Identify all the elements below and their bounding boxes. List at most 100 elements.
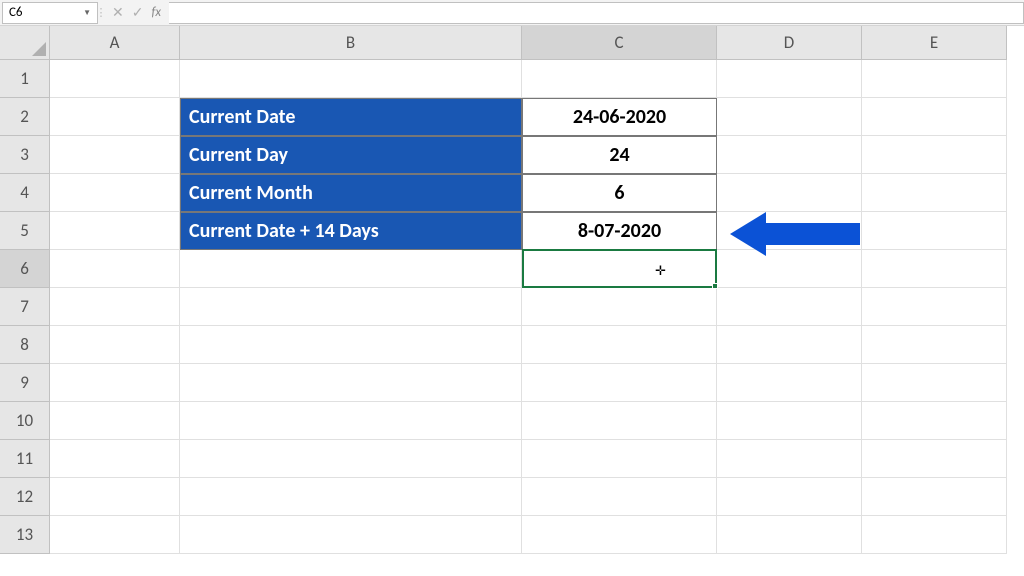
cell-a11[interactable] [50, 440, 180, 478]
cell-e1[interactable] [862, 60, 1007, 98]
row-header-11[interactable]: 11 [0, 440, 50, 478]
row-header-8[interactable]: 8 [0, 326, 50, 364]
row-header-4[interactable]: 4 [0, 174, 50, 212]
formula-input[interactable] [169, 2, 1024, 24]
grid-row-12 [50, 478, 1007, 516]
cell-a9[interactable] [50, 364, 180, 402]
cell-b5[interactable]: Current Date + 14 Days [180, 212, 522, 250]
cell-a1[interactable] [50, 60, 180, 98]
cell-d1[interactable] [717, 60, 862, 98]
cell-d7[interactable] [717, 288, 862, 326]
grid-row-7 [50, 288, 1007, 326]
cell-e5[interactable] [862, 212, 1007, 250]
cell-e8[interactable] [862, 326, 1007, 364]
column-header-c[interactable]: C [522, 26, 717, 60]
grid-row-13 [50, 516, 1007, 554]
cell-b2[interactable]: Current Date [180, 98, 522, 136]
cell-d11[interactable] [717, 440, 862, 478]
grid-row-6 [50, 250, 1007, 288]
select-all-corner[interactable] [0, 26, 50, 60]
grid-row-4: Current Month 6 [50, 174, 1007, 212]
cell-a5[interactable] [50, 212, 180, 250]
corner-triangle-icon [32, 42, 46, 56]
row-header-7[interactable]: 7 [0, 288, 50, 326]
cell-c1[interactable] [522, 60, 717, 98]
cell-b7[interactable] [180, 288, 522, 326]
cell-c7[interactable] [522, 288, 717, 326]
row-header-5[interactable]: 5 [0, 212, 50, 250]
cell-e11[interactable] [862, 440, 1007, 478]
cell-e7[interactable] [862, 288, 1007, 326]
column-header-b[interactable]: B [180, 26, 522, 60]
cell-d9[interactable] [717, 364, 862, 402]
grid-row-3: Current Day 24 [50, 136, 1007, 174]
cell-b13[interactable] [180, 516, 522, 554]
cell-d3[interactable] [717, 136, 862, 174]
column-headers: A B C D E [50, 26, 1007, 60]
cell-c2[interactable]: 24-06-2020 [522, 98, 717, 136]
cell-e9[interactable] [862, 364, 1007, 402]
cell-d13[interactable] [717, 516, 862, 554]
cell-c4[interactable]: 6 [522, 174, 717, 212]
name-box[interactable]: C6 ▼ [2, 2, 98, 24]
cell-b12[interactable] [180, 478, 522, 516]
name-box-value: C6 [9, 5, 23, 20]
cell-c10[interactable] [522, 402, 717, 440]
row-header-6[interactable]: 6 [0, 250, 50, 288]
cell-d10[interactable] [717, 402, 862, 440]
cell-b9[interactable] [180, 364, 522, 402]
cell-e2[interactable] [862, 98, 1007, 136]
cell-a2[interactable] [50, 98, 180, 136]
cell-b8[interactable] [180, 326, 522, 364]
fx-icon[interactable]: fx [151, 5, 161, 20]
cell-a4[interactable] [50, 174, 180, 212]
cell-c9[interactable] [522, 364, 717, 402]
cell-c13[interactable] [522, 516, 717, 554]
cell-e6[interactable] [862, 250, 1007, 288]
column-header-d[interactable]: D [717, 26, 862, 60]
row-header-10[interactable]: 10 [0, 402, 50, 440]
cell-a7[interactable] [50, 288, 180, 326]
row-header-2[interactable]: 2 [0, 98, 50, 136]
cell-b10[interactable] [180, 402, 522, 440]
cell-d8[interactable] [717, 326, 862, 364]
cell-a6[interactable] [50, 250, 180, 288]
cell-b4[interactable]: Current Month [180, 174, 522, 212]
cell-e4[interactable] [862, 174, 1007, 212]
cell-a13[interactable] [50, 516, 180, 554]
cell-c3[interactable]: 24 [522, 136, 717, 174]
row-headers: 1 2 3 4 5 6 7 8 9 10 11 12 13 [0, 60, 50, 554]
enter-icon: ✓ [132, 4, 144, 21]
grid-row-10 [50, 402, 1007, 440]
cell-a3[interactable] [50, 136, 180, 174]
cell-e10[interactable] [862, 402, 1007, 440]
row-header-1[interactable]: 1 [0, 60, 50, 98]
cell-d2[interactable] [717, 98, 862, 136]
cell-c12[interactable] [522, 478, 717, 516]
name-box-dropdown-icon[interactable]: ▼ [83, 8, 91, 18]
cell-e3[interactable] [862, 136, 1007, 174]
cell-c6[interactable] [522, 250, 717, 288]
cell-d4[interactable] [717, 174, 862, 212]
arrow-head-icon [730, 212, 766, 256]
cell-b6[interactable] [180, 250, 522, 288]
row-header-3[interactable]: 3 [0, 136, 50, 174]
cell-c8[interactable] [522, 326, 717, 364]
column-header-e[interactable]: E [862, 26, 1007, 60]
cell-e12[interactable] [862, 478, 1007, 516]
cell-a8[interactable] [50, 326, 180, 364]
cell-b11[interactable] [180, 440, 522, 478]
row-header-12[interactable]: 12 [0, 478, 50, 516]
cell-c5[interactable]: 8-07-2020 [522, 212, 717, 250]
arrow-annotation [730, 212, 860, 256]
cell-a10[interactable] [50, 402, 180, 440]
cell-d12[interactable] [717, 478, 862, 516]
cell-a12[interactable] [50, 478, 180, 516]
cell-e13[interactable] [862, 516, 1007, 554]
row-header-9[interactable]: 9 [0, 364, 50, 402]
cell-b3[interactable]: Current Day [180, 136, 522, 174]
cell-b1[interactable] [180, 60, 522, 98]
column-header-a[interactable]: A [50, 26, 180, 60]
cell-c11[interactable] [522, 440, 717, 478]
row-header-13[interactable]: 13 [0, 516, 50, 554]
